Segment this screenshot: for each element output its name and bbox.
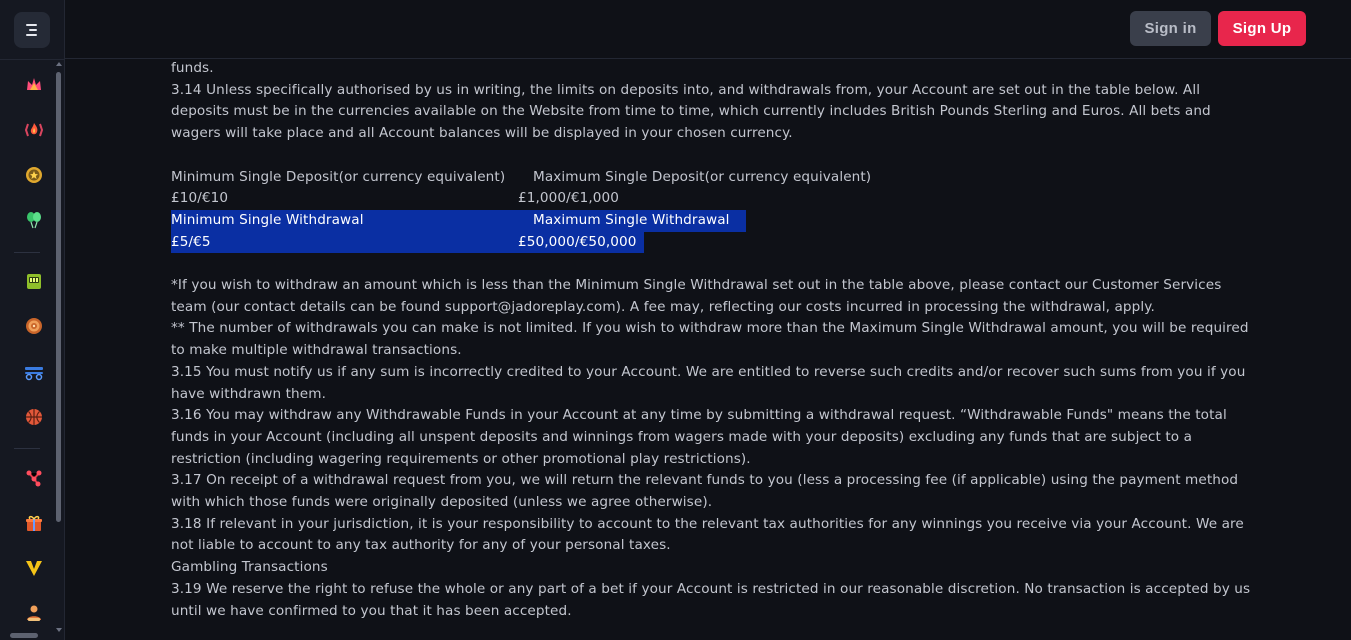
- paragraph-3-17: 3.17 On receipt of a withdrawal request …: [171, 472, 1239, 511]
- gift-box-icon[interactable]: [23, 512, 45, 534]
- sign-in-button[interactable]: Sign in: [1130, 11, 1211, 46]
- menu-button[interactable]: [14, 12, 50, 48]
- fire-badge-icon[interactable]: [23, 119, 45, 141]
- table-cell-min-deposit-value: £10/€10: [171, 190, 229, 207]
- section-heading-gambling: Gambling Transactions: [171, 559, 328, 576]
- flame-crown-icon[interactable]: [23, 74, 45, 96]
- table-cell-max-deposit-value: £1,000/€1,000: [518, 190, 620, 207]
- table-cell-max-withdrawal-label: Maximum Single Withdrawal: [533, 209, 730, 232]
- scroll-down-icon[interactable]: [56, 628, 62, 632]
- sidebar-scrollbar[interactable]: [55, 62, 63, 638]
- target-icon[interactable]: [23, 315, 45, 337]
- paragraph-3-18: 3.18 If relevant in your jurisdiction, i…: [171, 515, 1244, 554]
- note-max-withdrawal: ** The number of withdrawals you can mak…: [171, 320, 1249, 359]
- sidebar-divider: [14, 252, 40, 253]
- horizontal-scrollbar-thumb[interactable]: [10, 633, 38, 638]
- table-cell-min-withdrawal-label: Minimum Single Withdrawal: [171, 209, 364, 232]
- limits-table: Minimum Single Deposit(or currency equiv…: [171, 167, 1251, 254]
- scroll-up-icon[interactable]: [56, 62, 62, 66]
- scrollbar-thumb[interactable]: [56, 72, 61, 522]
- table-cell-max-withdrawal-value: £50,000/€50,000: [518, 231, 637, 254]
- table-cell-min-deposit-label: Minimum Single Deposit(or currency equiv…: [171, 168, 506, 185]
- paragraph-3-16: 3.16 You may withdraw any Withdrawable F…: [171, 407, 1227, 467]
- v-logo-icon[interactable]: [23, 557, 45, 579]
- star-coin-icon[interactable]: [23, 164, 45, 186]
- molecule-icon[interactable]: [23, 467, 45, 489]
- basketball-icon[interactable]: [23, 406, 45, 428]
- sidebar-divider: [0, 59, 65, 60]
- top-header: Sign in Sign Up: [65, 0, 1351, 59]
- table-cell-max-deposit-label: Maximum Single Deposit(or currency equiv…: [533, 168, 872, 185]
- sign-up-button[interactable]: Sign Up: [1218, 11, 1306, 46]
- sidebar-divider: [14, 448, 40, 449]
- paragraph-3-19: 3.19 We reserve the right to refuse the …: [171, 580, 1251, 619]
- balloons-icon[interactable]: [23, 209, 45, 231]
- note-min-withdrawal: *If you wish to withdraw an amount which…: [171, 276, 1222, 315]
- table-games-icon[interactable]: [23, 361, 45, 383]
- paragraph-3-15: 3.15 You must notify us if any sum is in…: [171, 363, 1246, 402]
- table-cell-min-withdrawal-value: £5/€5: [171, 231, 211, 254]
- paragraph-3-14: 3.14 Unless specifically authorised by u…: [171, 81, 1211, 142]
- users-icon[interactable]: [23, 602, 45, 624]
- terms-content: funds. 3.14 Unless specifically authoris…: [171, 58, 1251, 622]
- sidebar: [0, 0, 65, 640]
- slot-machine-icon[interactable]: [23, 270, 45, 292]
- text-line: funds.: [171, 60, 214, 76]
- menu-icon: [26, 24, 37, 36]
